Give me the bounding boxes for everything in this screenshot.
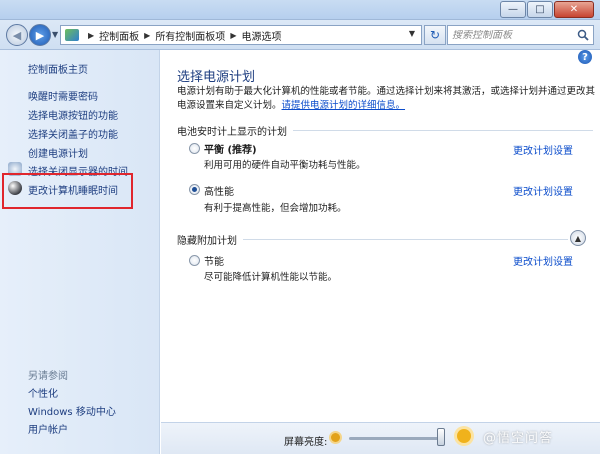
see-also-heading: 另请参阅: [28, 371, 68, 382]
plan-name-balanced[interactable]: 平衡 (推荐): [204, 141, 257, 156]
group-battery-plans: 电池安时计上显示的计划: [177, 123, 593, 138]
change-plan-settings-power-saver[interactable]: 更改计划设置: [513, 253, 573, 268]
watermark: @悟空问答: [483, 431, 554, 446]
sidebar-item-mobility-center[interactable]: Windows 移动中心: [28, 403, 116, 418]
maximize-button[interactable]: □: [527, 1, 553, 18]
sidebar-item-power-button[interactable]: 选择电源按钮的功能: [28, 107, 118, 122]
plan-desc-balanced: 利用可用的硬件自动平衡功耗与性能。: [204, 160, 366, 171]
breadcrumb: ▶ 控制面板 ▶ 所有控制面板项 ▶ 电源选项: [83, 28, 281, 43]
sidebar-item-create-plan[interactable]: 创建电源计划: [28, 145, 88, 160]
breadcrumb-item-power-options[interactable]: 电源选项: [241, 28, 281, 43]
bright-sun-icon: [457, 429, 471, 443]
plan-desc-high-performance: 有利于提高性能，但会增加功耗。: [204, 203, 347, 214]
forward-arrow-icon: ▶: [35, 28, 45, 42]
address-field[interactable]: ▶ 控制面板 ▶ 所有控制面板项 ▶ 电源选项 ▼: [60, 25, 422, 45]
search-icon[interactable]: [577, 29, 589, 41]
plan-name-power-saver[interactable]: 节能: [204, 253, 224, 268]
change-plan-settings-balanced[interactable]: 更改计划设置: [513, 142, 573, 157]
minimize-icon: —: [508, 4, 518, 15]
maximize-icon: □: [535, 4, 545, 15]
sidebar-item-lid-close[interactable]: 选择关闭盖子的功能: [28, 126, 118, 141]
forward-button[interactable]: ▶: [29, 24, 51, 46]
close-icon: ✕: [569, 4, 579, 15]
search-box[interactable]: [447, 25, 594, 45]
breadcrumb-separator-icon: ▶: [88, 30, 95, 40]
change-plan-settings-high-performance[interactable]: 更改计划设置: [513, 183, 573, 198]
radio-high-performance[interactable]: [189, 184, 200, 195]
breadcrumb-item-control-panel[interactable]: 控制面板: [99, 28, 139, 43]
sidebar-item-wakeup-password[interactable]: 唤醒时需要密码: [28, 88, 98, 103]
group-hidden-plans: 隐藏附加计划: [177, 232, 568, 247]
sidebar: 控制面板主页 唤醒时需要密码 选择电源按钮的功能 选择关闭盖子的功能 创建电源计…: [0, 50, 160, 454]
sidebar-item-user-accounts[interactable]: 用户帐户: [28, 421, 68, 436]
brightness-label: 屏幕亮度:: [284, 437, 328, 448]
breadcrumb-item-all-items[interactable]: 所有控制面板项: [155, 28, 225, 43]
divider: [293, 130, 593, 131]
control-panel-icon: [65, 29, 79, 41]
sidebar-item-control-panel-home[interactable]: 控制面板主页: [28, 61, 88, 76]
brightness-bar: 屏幕亮度: @悟空问答: [161, 422, 600, 454]
address-dropdown-icon[interactable]: ▼: [409, 29, 415, 38]
recent-pages-dropdown-icon[interactable]: ▼: [52, 30, 58, 39]
brightness-slider[interactable]: [349, 437, 445, 440]
address-bar: ◀ ▶ ▼ ▶ 控制面板 ▶ 所有控制面板项 ▶ 电源选项 ▼ ↻: [0, 20, 600, 50]
sidebar-item-personalization[interactable]: 个性化: [28, 385, 58, 400]
back-arrow-icon: ◀: [12, 28, 22, 42]
collapse-hidden-plans-button[interactable]: ▲: [570, 230, 586, 246]
minimize-button[interactable]: —: [500, 1, 526, 18]
plan-desc-power-saver: 尽可能降低计算机性能以节能。: [204, 272, 338, 283]
breadcrumb-separator-icon: ▶: [230, 30, 237, 40]
highlight-annotation: [2, 173, 133, 209]
help-icon[interactable]: ?: [578, 50, 592, 64]
close-button[interactable]: ✕: [554, 1, 594, 18]
title-bar: — □ ✕: [0, 0, 600, 20]
chevron-up-icon: ▲: [574, 233, 582, 243]
radio-power-saver[interactable]: [189, 255, 200, 266]
group-battery-label: 电池安时计上显示的计划: [177, 127, 287, 138]
radio-balanced[interactable]: [189, 143, 200, 154]
window-controls: — □ ✕: [499, 1, 594, 18]
intro-paragraph: 电源计划有助于最大化计算机的性能或者节能。通过选择计划来将其激活，或选择计划并通…: [177, 85, 597, 113]
plan-name-high-performance[interactable]: 高性能: [204, 183, 234, 198]
back-button[interactable]: ◀: [6, 24, 28, 46]
refresh-icon: ↻: [429, 28, 441, 42]
dim-sun-icon: [331, 433, 340, 442]
search-input[interactable]: [452, 29, 570, 41]
refresh-button[interactable]: ↻: [424, 25, 446, 45]
page-title: 选择电源计划: [177, 70, 256, 85]
main-content: ? 选择电源计划 电源计划有助于最大化计算机的性能或者节能。通过选择计划来将其激…: [161, 50, 600, 422]
breadcrumb-separator-icon: ▶: [144, 30, 151, 40]
brightness-slider-thumb[interactable]: [437, 428, 445, 446]
plan-details-link[interactable]: 请提供电源计划的详细信息。: [282, 100, 406, 111]
group-hidden-label: 隐藏附加计划: [177, 236, 237, 247]
divider: [243, 239, 568, 240]
